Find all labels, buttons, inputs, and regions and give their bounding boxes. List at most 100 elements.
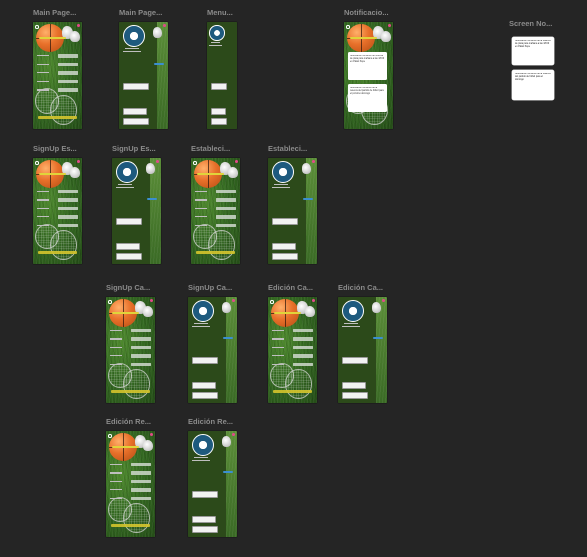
form-input[interactable] xyxy=(130,337,152,341)
avatar-icon[interactable] xyxy=(271,161,294,183)
back-icon[interactable] xyxy=(108,434,112,438)
form-input[interactable] xyxy=(57,79,79,84)
form-input[interactable] xyxy=(215,206,237,211)
screen-frame[interactable] xyxy=(338,297,387,403)
frame-title[interactable]: Estableci... xyxy=(191,144,230,153)
frame-title[interactable]: Edición Ca... xyxy=(338,283,383,292)
secondary-button[interactable] xyxy=(192,381,216,389)
action-link[interactable] xyxy=(272,390,313,393)
screen-frame[interactable] xyxy=(119,22,168,129)
screen-frame[interactable] xyxy=(268,297,317,403)
back-icon[interactable] xyxy=(35,161,39,165)
form-input[interactable] xyxy=(57,189,79,194)
secondary-button[interactable] xyxy=(211,107,227,115)
primary-button[interactable] xyxy=(272,218,298,226)
form-input[interactable] xyxy=(57,223,79,228)
frame-title[interactable]: Menu... xyxy=(207,8,233,17)
screen-frame[interactable] xyxy=(188,297,237,403)
back-icon[interactable] xyxy=(346,25,350,29)
form-input[interactable] xyxy=(130,471,152,475)
form-input[interactable] xyxy=(57,88,79,92)
avatar-icon[interactable] xyxy=(191,434,214,456)
notification-card[interactable]: Notificación recuerdo de la reserva del … xyxy=(348,84,387,112)
primary-button[interactable] xyxy=(116,218,142,226)
screen-frame[interactable] xyxy=(207,22,237,129)
primary-button[interactable] xyxy=(123,82,149,90)
form-input[interactable] xyxy=(130,488,152,492)
tertiary-button[interactable] xyxy=(116,253,142,261)
screen-frame[interactable] xyxy=(188,431,237,537)
back-icon[interactable] xyxy=(270,300,274,304)
primary-button[interactable] xyxy=(342,357,368,365)
screen-frame[interactable] xyxy=(112,158,161,264)
secondary-button[interactable] xyxy=(123,107,147,115)
screen-frame[interactable]: Notificación recuerdo de reserva de pist… xyxy=(344,22,393,129)
form-input[interactable] xyxy=(130,496,152,501)
back-icon[interactable] xyxy=(35,25,39,29)
tertiary-button[interactable] xyxy=(123,118,149,126)
frame-title[interactable]: Edición Re... xyxy=(188,417,233,426)
action-link[interactable] xyxy=(195,251,236,254)
action-link[interactable] xyxy=(110,390,151,393)
action-link[interactable] xyxy=(110,524,151,527)
back-icon[interactable] xyxy=(193,161,197,165)
form-input[interactable] xyxy=(57,71,79,75)
notification-card[interactable]: Notificación recuerdo de reserva de pist… xyxy=(348,51,387,80)
frame-title[interactable]: Estableci... xyxy=(268,144,307,153)
avatar-icon[interactable] xyxy=(122,25,145,47)
avatar-icon[interactable] xyxy=(341,300,364,322)
primary-button[interactable] xyxy=(192,357,218,365)
secondary-button[interactable] xyxy=(342,381,366,389)
form-input[interactable] xyxy=(292,354,314,358)
form-input[interactable] xyxy=(130,479,152,484)
secondary-button[interactable] xyxy=(192,515,216,523)
frame-title[interactable]: Main Page... xyxy=(33,8,76,17)
tertiary-button[interactable] xyxy=(192,392,218,400)
frame-title[interactable]: Edición Ca... xyxy=(268,283,313,292)
frame-title[interactable]: Screen No... xyxy=(509,19,552,28)
action-link[interactable] xyxy=(37,251,78,254)
avatar-icon[interactable] xyxy=(209,25,225,41)
form-input[interactable] xyxy=(57,206,79,211)
tertiary-button[interactable] xyxy=(342,392,368,400)
form-input[interactable] xyxy=(292,362,314,367)
form-input[interactable] xyxy=(292,337,314,341)
screen-frame[interactable] xyxy=(191,158,240,264)
form-input[interactable] xyxy=(130,328,152,333)
form-input[interactable] xyxy=(292,328,314,333)
frame-title[interactable]: Edición Re... xyxy=(106,417,151,426)
form-input[interactable] xyxy=(57,62,79,67)
screen-frame[interactable] xyxy=(268,158,317,264)
frame-title[interactable]: Main Page... xyxy=(119,8,162,17)
frame-title[interactable]: Notificacio... xyxy=(344,8,389,17)
form-input[interactable] xyxy=(215,198,237,202)
form-input[interactable] xyxy=(215,215,237,219)
form-input[interactable] xyxy=(215,223,237,228)
form-input[interactable] xyxy=(130,354,152,358)
secondary-button[interactable] xyxy=(116,242,140,250)
tertiary-button[interactable] xyxy=(272,253,298,261)
tertiary-button[interactable] xyxy=(211,118,228,126)
form-input[interactable] xyxy=(57,215,79,219)
screen-frame[interactable] xyxy=(106,297,155,403)
primary-button[interactable] xyxy=(211,82,228,90)
screen-frame[interactable] xyxy=(106,431,155,537)
form-input[interactable] xyxy=(130,345,152,350)
form-input[interactable] xyxy=(130,462,152,467)
action-link[interactable] xyxy=(37,116,78,119)
back-icon[interactable] xyxy=(108,300,112,304)
form-input[interactable] xyxy=(215,189,237,194)
form-input[interactable] xyxy=(57,54,79,58)
frame-title[interactable]: SignUp Es... xyxy=(112,144,156,153)
form-input[interactable] xyxy=(292,345,314,350)
primary-button[interactable] xyxy=(192,491,218,499)
frame-title[interactable]: SignUp Ca... xyxy=(188,283,232,292)
avatar-icon[interactable] xyxy=(115,161,138,183)
frame-title[interactable]: SignUp Es... xyxy=(33,144,77,153)
tertiary-button[interactable] xyxy=(192,526,218,534)
screen-frame[interactable] xyxy=(33,22,82,129)
form-input[interactable] xyxy=(130,362,152,367)
secondary-button[interactable] xyxy=(272,242,296,250)
screen-frame[interactable] xyxy=(33,158,82,264)
form-input[interactable] xyxy=(57,198,79,202)
